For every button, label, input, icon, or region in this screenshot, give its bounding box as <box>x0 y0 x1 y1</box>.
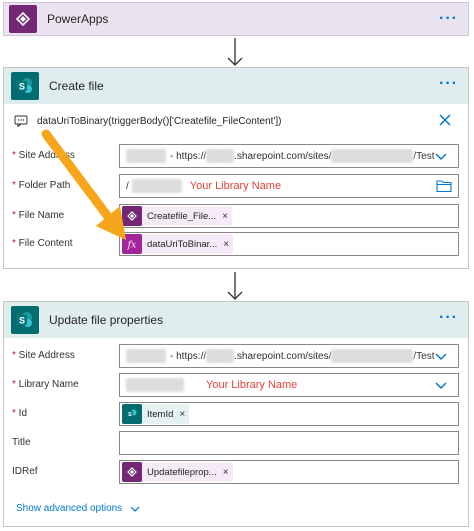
svg-text:S: S <box>19 82 25 92</box>
file-content-row: * File Content fx dataUriToBinar... × <box>4 232 468 256</box>
file-content-label: * File Content <box>12 238 73 249</box>
folder-icon[interactable] <box>436 179 452 193</box>
powerapps-icon <box>122 206 142 226</box>
powerapps-icon <box>9 5 37 33</box>
powerapps-more-button[interactable]: ··· <box>439 11 458 27</box>
site-address-row: * Site Address - https:// .sharepoint.co… <box>4 144 468 168</box>
file-name-token[interactable]: Createfile_File... × <box>122 206 233 226</box>
redacted-text <box>126 378 184 392</box>
title-row: Title <box>4 431 468 455</box>
remove-token-button[interactable]: × <box>223 239 229 250</box>
title-label: Title <box>12 437 31 448</box>
chevron-down-icon[interactable] <box>434 149 448 163</box>
powerapps-icon <box>122 462 142 482</box>
remove-token-button[interactable]: × <box>179 409 185 420</box>
powerapps-card-header[interactable]: PowerApps ··· <box>4 3 468 35</box>
create-file-card-title: Create file <box>49 79 104 93</box>
sharepoint-icon: S <box>11 306 39 334</box>
chevron-down-icon[interactable] <box>434 378 448 392</box>
redacted-text <box>331 149 414 163</box>
sharepoint-icon: S <box>122 404 142 424</box>
sharepoint-icon: S <box>11 72 39 100</box>
close-icon[interactable] <box>438 113 452 127</box>
connector-arrow-icon <box>227 272 243 300</box>
folder-path-row: * Folder Path / Your Library Name <box>4 174 468 198</box>
library-name-field[interactable]: Your Library Name <box>119 373 459 397</box>
create-file-card: S Create file ··· dataUriToBinary(trigge… <box>3 67 469 269</box>
library-name-label: * Library Name <box>12 379 79 390</box>
svg-text:S: S <box>19 316 25 326</box>
chevron-down-icon <box>130 506 140 512</box>
powerapps-card-title: PowerApps <box>47 12 109 26</box>
title-field[interactable] <box>119 431 459 455</box>
library-name-row: * Library Name Your Library Name <box>4 373 468 397</box>
site-address-field[interactable]: - https:// .sharepoint.com/sites/ /Test <box>119 144 459 168</box>
idref-row: IDRef Updatefileprop... × <box>4 460 468 484</box>
create-file-card-header[interactable]: S Create file ··· <box>4 68 468 104</box>
redacted-text <box>126 349 166 363</box>
id-row: * Id S ItemId × <box>4 402 468 426</box>
redacted-text <box>206 349 235 363</box>
redacted-text <box>206 149 235 163</box>
redacted-text <box>131 179 182 193</box>
redacted-text <box>126 149 166 163</box>
create-file-more-button[interactable]: ··· <box>439 76 458 92</box>
svg-text:S: S <box>128 412 132 418</box>
function-icon: fx <box>122 234 142 254</box>
file-name-row: * File Name Createfile_File... × <box>4 204 468 228</box>
update-file-properties-card: S Update file properties ··· * Site Addr… <box>3 301 469 527</box>
expression-preview: dataUriToBinary(triggerBody()['Createfil… <box>4 112 468 132</box>
site-address-field[interactable]: - https:// .sharepoint.com/sites/ /Test <box>119 344 459 368</box>
file-name-field[interactable]: Createfile_File... × <box>119 204 459 228</box>
connector-arrow-icon <box>227 38 243 66</box>
file-name-label: * File Name <box>12 210 65 221</box>
redacted-text <box>331 349 414 363</box>
remove-token-button[interactable]: × <box>223 467 229 478</box>
site-address-label: * Site Address <box>12 150 75 161</box>
site-address-row: * Site Address - https:// .sharepoint.co… <box>4 344 468 368</box>
library-name-note: Your Library Name <box>189 180 282 192</box>
show-advanced-options-link[interactable]: Show advanced options <box>16 503 140 514</box>
idref-field[interactable]: Updatefileprop... × <box>119 460 459 484</box>
id-token[interactable]: S ItemId × <box>122 404 190 424</box>
comment-icon <box>14 115 28 127</box>
remove-token-button[interactable]: × <box>222 211 228 222</box>
svg-text:fx: fx <box>127 241 136 251</box>
powerapps-trigger-card[interactable]: PowerApps ··· <box>3 2 469 36</box>
idref-token[interactable]: Updatefileprop... × <box>122 462 233 482</box>
file-content-field[interactable]: fx dataUriToBinar... × <box>119 232 459 256</box>
update-file-more-button[interactable]: ··· <box>439 310 458 326</box>
file-content-token[interactable]: fx dataUriToBinar... × <box>122 234 234 254</box>
chevron-down-icon[interactable] <box>434 349 448 363</box>
expression-text: dataUriToBinary(triggerBody()['Createfil… <box>37 116 282 127</box>
update-file-card-title: Update file properties <box>49 313 164 327</box>
id-field[interactable]: S ItemId × <box>119 402 459 426</box>
update-file-card-header[interactable]: S Update file properties ··· <box>4 302 468 338</box>
id-label: * Id <box>12 408 28 419</box>
library-name-note: Your Library Name <box>206 379 298 391</box>
site-address-label: * Site Address <box>12 350 75 361</box>
folder-path-label: * Folder Path <box>12 180 71 191</box>
folder-path-field[interactable]: / Your Library Name <box>119 174 459 198</box>
idref-label: IDRef <box>12 466 38 477</box>
